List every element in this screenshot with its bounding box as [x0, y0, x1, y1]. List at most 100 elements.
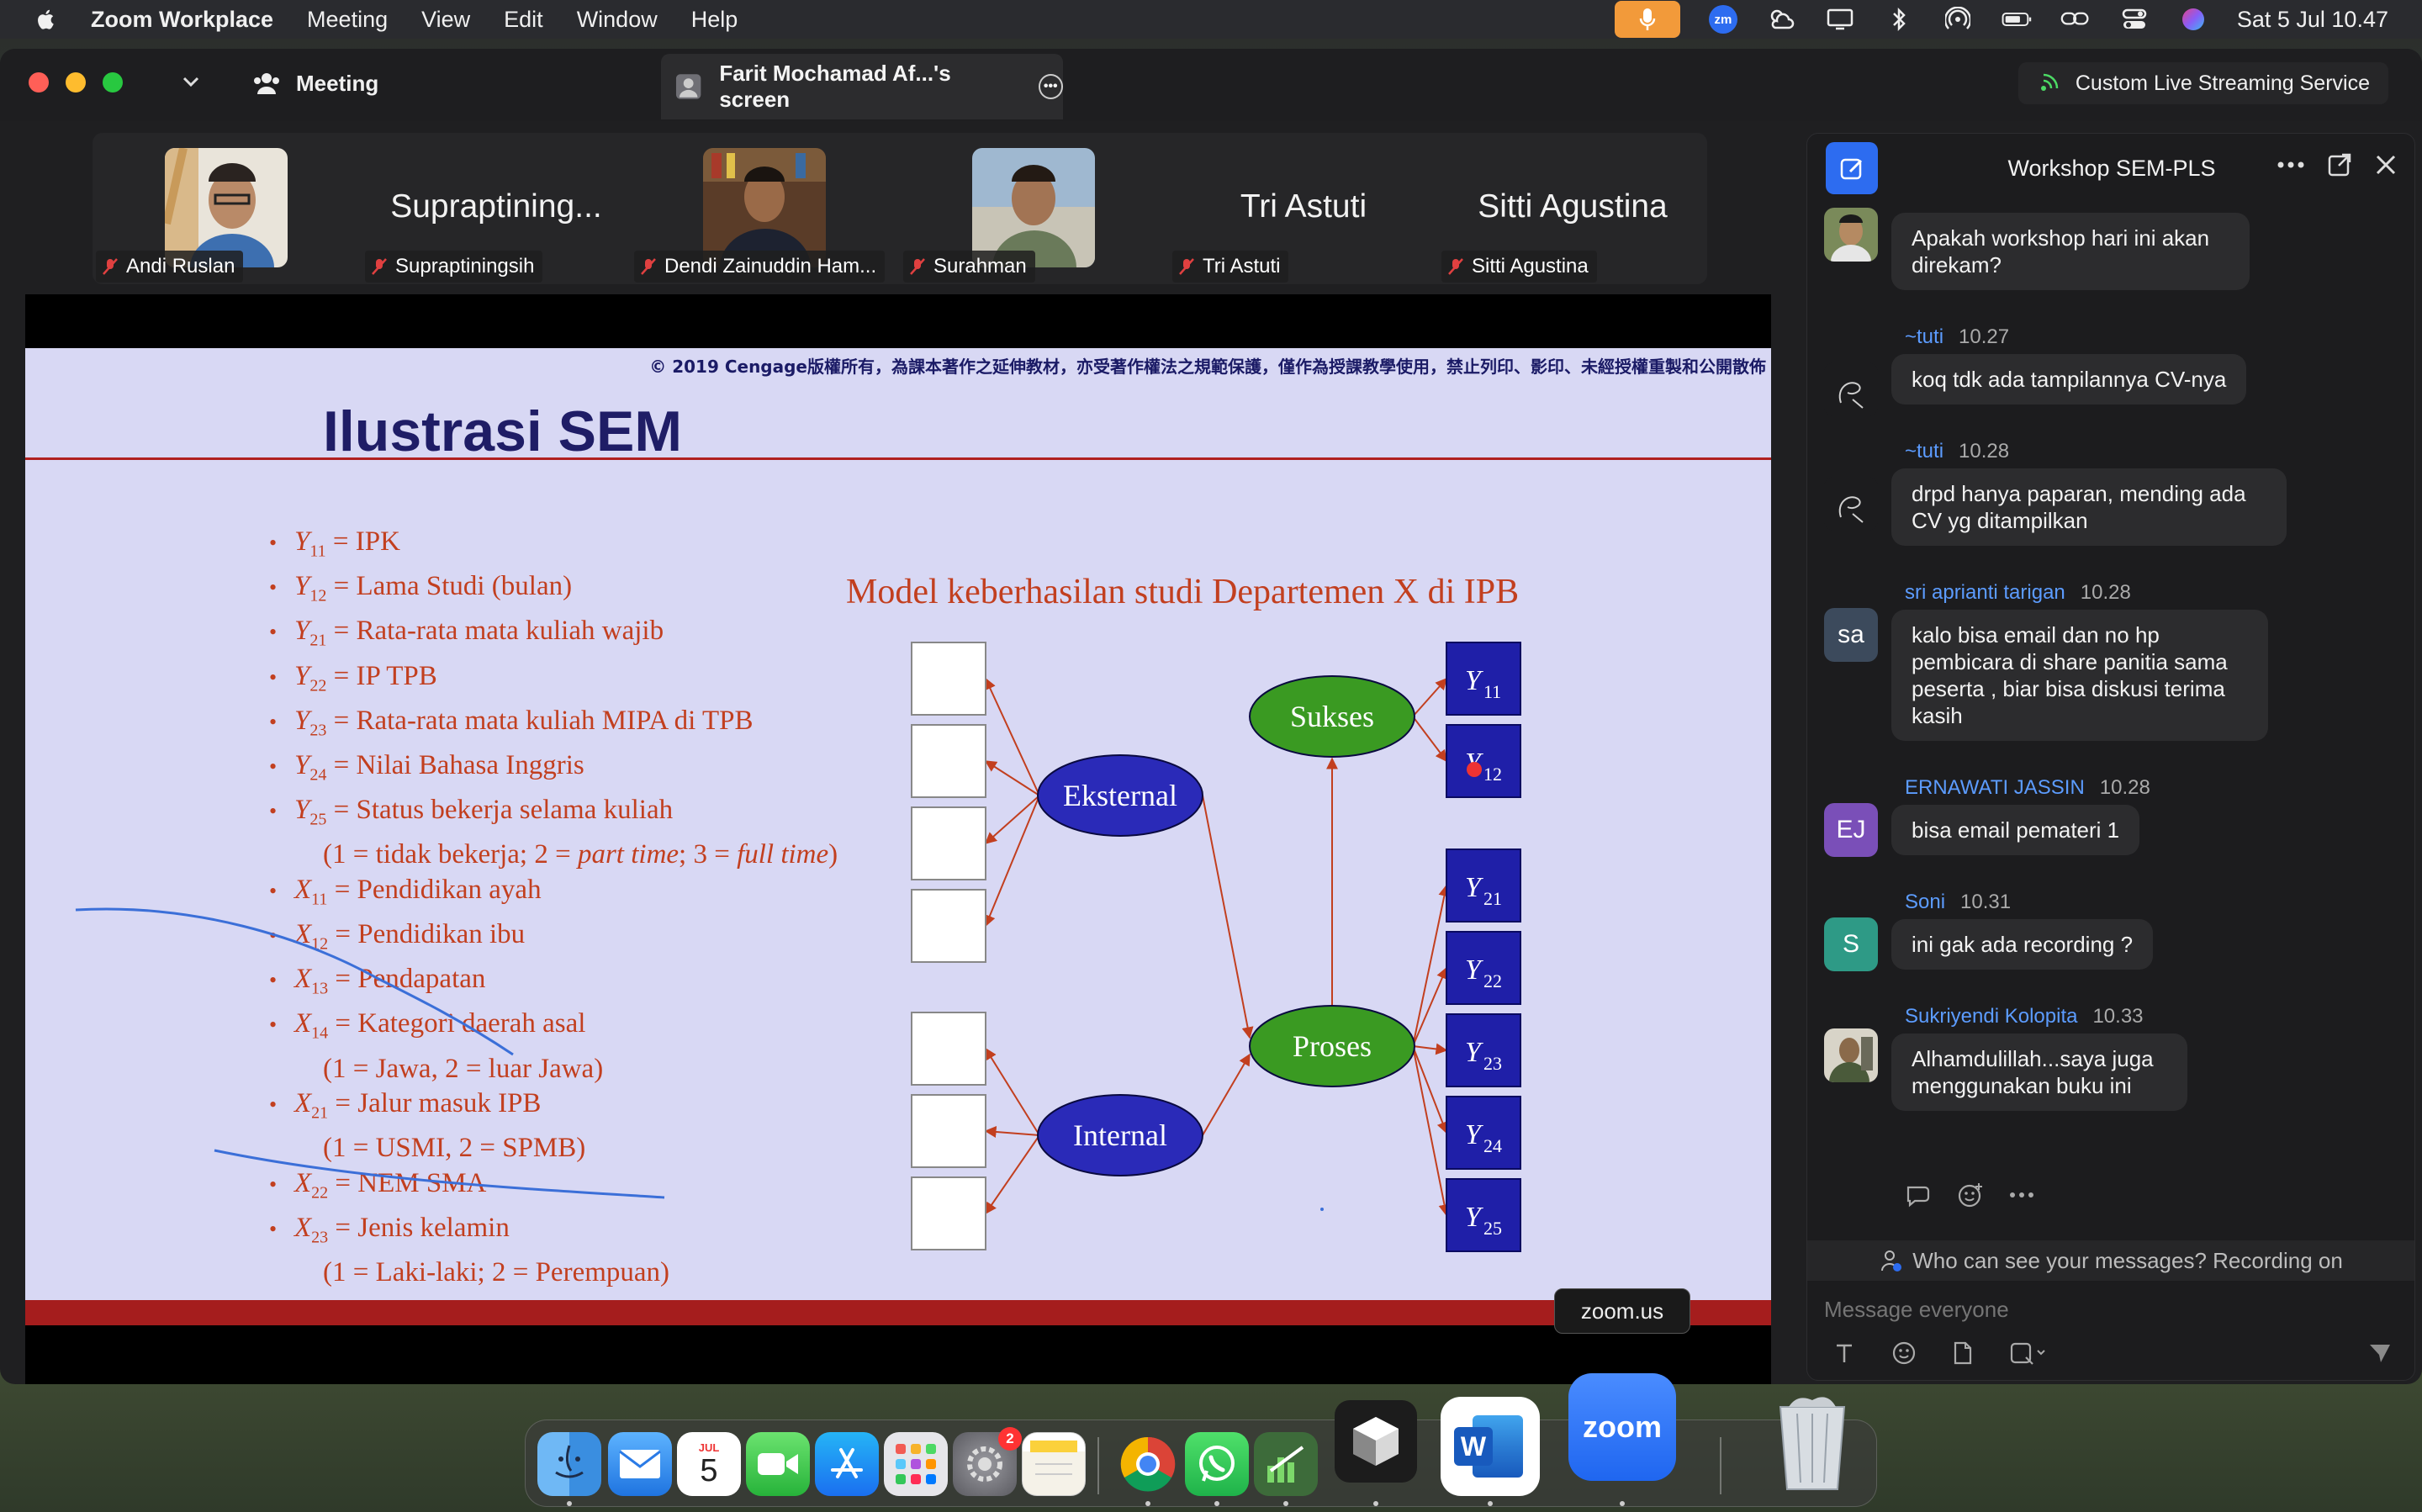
avatar[interactable]	[1824, 362, 1878, 416]
avatar[interactable]	[1824, 1028, 1878, 1082]
minimize-window-button[interactable]	[66, 72, 86, 93]
path-arrow	[1412, 884, 1451, 1047]
path-arrow	[1412, 1043, 1448, 1055]
weather-icon[interactable]	[1766, 7, 1796, 32]
send-icon[interactable]	[2367, 1341, 2393, 1365]
screen-mirroring-icon[interactable]	[2060, 7, 2091, 32]
facetime-icon[interactable]	[746, 1432, 810, 1496]
apple-icon[interactable]	[34, 7, 59, 32]
avatar[interactable]: EJ	[1824, 803, 1878, 857]
mail-icon[interactable]	[608, 1432, 672, 1496]
message-bubble[interactable]: kalo bisa email dan no hp pembicara di s…	[1891, 610, 2268, 741]
message-bubble[interactable]: drpd hanya paparan, mending ada CV yg di…	[1891, 468, 2287, 546]
pop-out-icon[interactable]	[2327, 152, 2352, 177]
chrome-icon[interactable]	[1116, 1432, 1180, 1496]
message-time: 10.28	[2080, 581, 2131, 604]
menu-meeting[interactable]: Meeting	[307, 7, 388, 33]
more-actions-icon[interactable]	[2009, 1192, 2034, 1198]
close-window-button[interactable]	[29, 72, 49, 93]
calendar-icon[interactable]: JUL 5	[677, 1432, 741, 1496]
message-sender[interactable]: sri aprianti tarigan 10.28	[1905, 581, 2131, 605]
notes-icon[interactable]	[1022, 1432, 1086, 1496]
trash-icon[interactable]	[1769, 1390, 1856, 1494]
message-sender[interactable]: Sukriyendi Kolopita 10.33	[1905, 1005, 2144, 1028]
message-sender[interactable]: Soni 10.31	[1905, 891, 2011, 914]
message-bubble[interactable]: Alhamdulillah...saya juga menggunakan bu…	[1891, 1034, 2187, 1111]
indicator-box-y	[1446, 1178, 1521, 1252]
numbers-icon[interactable]	[1254, 1432, 1318, 1496]
participant-tile[interactable]: Andi Ruslan	[93, 133, 362, 284]
message-bubble[interactable]: bisa email pemateri 1	[1891, 805, 2140, 855]
observed-x-boxes	[911, 642, 986, 1250]
tab-shared-screen-label: Farit Mochamad Af...'s screen	[719, 61, 951, 112]
participant-tile[interactable]: Supraptining... Supraptiningsih	[362, 133, 631, 284]
menu-help[interactable]: Help	[691, 7, 738, 33]
message-time: 10.27	[1959, 325, 2010, 348]
menubar-clock[interactable]: Sat 5 Jul 10.47	[2237, 7, 2388, 33]
word-logo-letter: W	[1454, 1427, 1493, 1466]
emoji-icon[interactable]	[1891, 1340, 1917, 1366]
airplay-icon[interactable]	[1943, 7, 1973, 32]
battery-icon[interactable]	[2002, 7, 2032, 32]
shared-screen-view[interactable]: © 2019 Cengage版權所有，為課本著作之延伸教材，亦受著作權法之規範保…	[25, 294, 1771, 1384]
path-arrow	[984, 795, 1040, 844]
control-center-icon[interactable]	[2119, 7, 2150, 32]
chevron-down-icon[interactable]	[180, 71, 202, 93]
indicator-box-y	[1446, 1096, 1521, 1170]
zoom-app-icon[interactable]: zoom	[1568, 1373, 1676, 1481]
tab-shared-screen[interactable]: Farit Mochamad Af...'s screen •••	[661, 54, 1063, 119]
message-bubble[interactable]: koq tdk ada tampilannya CV-nya	[1891, 354, 2247, 404]
zoom-menubar-icon[interactable]: zm	[1708, 5, 1737, 34]
display-icon[interactable]	[1825, 7, 1855, 32]
word-icon[interactable]: W	[1441, 1397, 1540, 1496]
chat-message-input[interactable]	[1824, 1291, 2396, 1328]
avatar[interactable]: sa	[1824, 608, 1878, 662]
running-indicator	[1373, 1501, 1378, 1506]
live-streaming-indicator[interactable]: Custom Live Streaming Service	[2017, 62, 2388, 104]
finder-icon[interactable]	[537, 1432, 601, 1496]
participant-name: Andi Ruslan	[96, 251, 244, 283]
emoji-reaction-icon[interactable]	[1957, 1182, 1984, 1208]
message-bubble[interactable]: Apakah workshop hari ini akan direkam?	[1891, 213, 2250, 290]
reply-icon[interactable]	[1905, 1182, 1932, 1208]
text-format-icon[interactable]	[1832, 1341, 1856, 1365]
unity-app-icon[interactable]	[1335, 1400, 1417, 1483]
avatar[interactable]: S	[1824, 917, 1878, 971]
menu-window[interactable]: Window	[577, 7, 658, 33]
zoom-window-button[interactable]	[103, 72, 123, 93]
message-sender[interactable]: ~tuti 10.27	[1905, 325, 2009, 349]
participant-tile[interactable]: Surahman	[900, 133, 1169, 284]
message-bubble[interactable]: ini gak ada recording ?	[1891, 919, 2154, 970]
screenshot-icon[interactable]	[2009, 1340, 2046, 1366]
dock-separator	[1097, 1437, 1099, 1494]
app-store-icon[interactable]	[815, 1432, 879, 1496]
chat-privacy-notice[interactable]: Who can see your messages? Recording on	[1807, 1240, 2414, 1281]
file-attach-icon[interactable]	[1952, 1340, 1974, 1366]
participant-tile[interactable]: Sitti Agustina Sitti Agustina	[1438, 133, 1707, 284]
more-icon[interactable]	[2277, 161, 2305, 169]
participant-name-label: Surahman	[933, 255, 1027, 278]
running-indicator	[1488, 1501, 1493, 1506]
launchpad-icon[interactable]	[884, 1432, 948, 1496]
siri-icon[interactable]	[2178, 7, 2208, 32]
close-icon[interactable]	[2374, 153, 2398, 177]
avatar[interactable]	[1824, 208, 1878, 262]
indicator-label: Y	[1465, 1202, 1483, 1233]
tab-meeting[interactable]: Meeting	[252, 64, 378, 103]
bluetooth-icon[interactable]	[1884, 7, 1914, 32]
participant-tile[interactable]: Tri Astuti Tri Astuti	[1169, 133, 1438, 284]
avatar[interactable]	[1824, 477, 1878, 531]
message-sender[interactable]: ERNAWATI JASSIN 10.28	[1905, 776, 2150, 800]
menu-edit[interactable]: Edit	[504, 7, 543, 33]
participant-tile[interactable]: Dendi Zainuddin Ham...	[631, 133, 900, 284]
menu-view[interactable]: View	[421, 7, 470, 33]
participant-name: Sitti Agustina	[1441, 251, 1597, 283]
whatsapp-icon[interactable]	[1185, 1432, 1249, 1496]
message-sender[interactable]: ~tuti 10.28	[1905, 440, 2009, 463]
system-settings-icon[interactable]: 2	[953, 1427, 1022, 1496]
microphone-indicator[interactable]	[1614, 1, 1680, 38]
live-stream-label: Custom Live Streaming Service	[2075, 71, 2370, 95]
more-options-icon[interactable]: •••	[1038, 74, 1063, 99]
menu-app-name[interactable]: Zoom Workplace	[91, 7, 273, 33]
participant-display-name: Sitti Agustina	[1478, 188, 1668, 225]
